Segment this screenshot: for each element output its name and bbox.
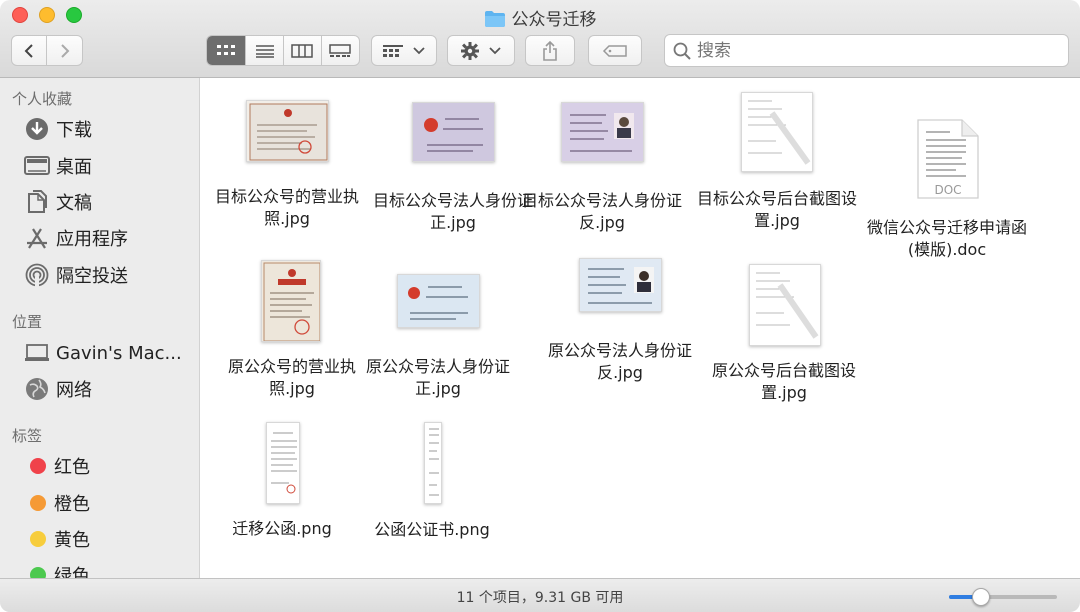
sidebar-item-label: 文稿 — [56, 193, 92, 214]
airdrop-icon — [24, 262, 50, 288]
search-icon — [673, 42, 691, 60]
forward-button[interactable] — [47, 36, 82, 65]
desktop-icon — [24, 153, 50, 179]
file-name: 迁移公函.png — [232, 519, 332, 538]
word-document-thumbnail: DOC — [916, 118, 980, 200]
network-icon — [24, 376, 50, 402]
status-bar: 11 个项目，9.31 GB 可用 — [0, 578, 1080, 612]
narrow-document-thumbnail — [424, 422, 442, 504]
icon-grid-icon — [217, 44, 236, 55]
action-menu-button[interactable] — [447, 35, 515, 66]
download-icon — [24, 116, 50, 142]
edit-tags-button[interactable] — [588, 35, 642, 66]
sidebar-item-label: 黄色 — [54, 530, 90, 551]
share-icon — [543, 40, 557, 61]
sidebar-item-label: 应用程序 — [56, 229, 128, 250]
window-title: 公众号迁移 — [0, 5, 1080, 33]
id-card-back-thumbnail — [561, 102, 644, 162]
list-icon — [255, 44, 274, 58]
sidebar-item-documents[interactable]: 文稿 — [24, 187, 92, 217]
file-name: 原公众号法人身份证正.jpg — [365, 357, 510, 398]
documents-icon — [24, 189, 50, 215]
file-name: 公函公证书.png — [374, 520, 490, 539]
finder-window: 公众号迁移 搜索 个人收藏 下载 桌面 文稿 应用程序 隔空投送 位置 Gavi… — [0, 0, 1080, 612]
id-card-back-thumbnail — [579, 258, 662, 312]
file-name: 目标公众号法人身份证正.jpg — [373, 191, 534, 232]
sidebar-tag-red[interactable]: 红色 — [24, 451, 90, 481]
sidebar-item-mac[interactable]: Gavin's Mac... — [24, 338, 182, 368]
sidebar-tag-yellow[interactable]: 黄色 — [24, 524, 90, 554]
orange-tag-dot — [30, 495, 46, 511]
id-card-front-thumbnail — [412, 102, 495, 162]
red-tag-dot — [30, 458, 46, 474]
view-mode-control — [206, 35, 360, 66]
navigation-buttons — [11, 35, 83, 66]
file-name: 目标公众号法人身份证反.jpg — [522, 191, 683, 232]
sidebar-tag-orange[interactable]: 橙色 — [24, 488, 90, 518]
file-name: 目标公众号的营业执照.jpg — [214, 187, 359, 228]
applications-icon — [24, 225, 50, 251]
screenshot-thumbnail — [741, 92, 813, 172]
favorites-header: 个人收藏 — [12, 90, 73, 108]
document-thumbnail — [266, 422, 300, 504]
chevron-down-icon — [413, 46, 425, 54]
icon-size-slider-knob[interactable] — [972, 588, 990, 606]
file-name: 原公众号的营业执照.jpg — [227, 357, 356, 398]
tags-header: 标签 — [12, 427, 43, 445]
icon-view-button[interactable] — [207, 36, 247, 65]
word-badge: DOC — [934, 183, 961, 197]
sidebar-item-downloads[interactable]: 下载 — [24, 114, 92, 144]
license-thumbnail — [261, 260, 321, 342]
list-view-button[interactable] — [246, 36, 284, 65]
search-input[interactable] — [697, 40, 1057, 61]
sidebar-item-label: 下载 — [56, 120, 92, 141]
tag-icon — [602, 44, 627, 57]
search-field[interactable] — [664, 34, 1069, 67]
gallery-view-button[interactable] — [322, 36, 360, 65]
back-button[interactable] — [12, 36, 48, 65]
yellow-tag-dot — [30, 531, 46, 547]
sidebar-item-label: Gavin's Mac... — [56, 342, 182, 364]
columns-icon — [291, 43, 313, 58]
sidebar-item-network[interactable]: 网络 — [24, 374, 92, 404]
group-by-button[interactable] — [371, 35, 437, 66]
file-icon-grid: 目标公众号的营业执照.jpg 目标公众号法人身份证正.jpg 目标公众号法人身份… — [201, 78, 1080, 578]
window-title-text: 公众号迁移 — [511, 10, 597, 30]
chevron-down-icon — [489, 46, 501, 54]
sidebar-item-desktop[interactable]: 桌面 — [24, 151, 92, 181]
chevron-left-icon — [24, 43, 33, 58]
file-name: 原公众号后台截图设置.jpg — [711, 361, 856, 402]
locations-header: 位置 — [12, 313, 43, 331]
gear-icon — [461, 41, 479, 60]
sidebar-item-label: 橙色 — [54, 494, 90, 515]
file-name: 原公众号法人身份证反.jpg — [547, 341, 692, 382]
column-view-button[interactable] — [284, 36, 322, 65]
laptop-icon — [24, 340, 50, 366]
file-name: 目标公众号后台截图设置.jpg — [697, 189, 858, 230]
sidebar-item-label: 网络 — [56, 380, 92, 401]
gallery-icon — [329, 43, 352, 57]
status-text: 11 个项目，9.31 GB 可用 — [456, 590, 624, 606]
screenshot-thumbnail — [749, 264, 821, 346]
icon-size-slider[interactable] — [949, 588, 1057, 606]
sidebar-item-label: 桌面 — [56, 157, 92, 178]
sidebar-item-airdrop[interactable]: 隔空投送 — [24, 260, 128, 290]
toolbar: 公众号迁移 — [0, 0, 1080, 78]
share-button[interactable] — [525, 35, 575, 66]
chevron-right-icon — [60, 43, 69, 58]
sidebar-item-label: 红色 — [54, 457, 90, 478]
id-card-front-thumbnail — [397, 274, 480, 328]
folder-icon — [484, 10, 506, 33]
sidebar-item-applications[interactable]: 应用程序 — [24, 223, 128, 253]
group-grid-icon — [383, 44, 403, 57]
sidebar-item-label: 隔空投送 — [56, 266, 128, 287]
file-name: 微信公众号迁移申请函 (模版).doc — [867, 218, 1028, 259]
sidebar: 个人收藏 下载 桌面 文稿 应用程序 隔空投送 位置 Gavin's Mac..… — [0, 78, 200, 612]
license-thumbnail — [246, 100, 329, 162]
